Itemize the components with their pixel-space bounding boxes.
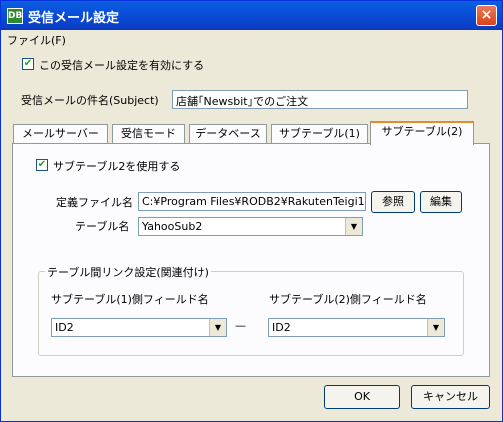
subtable-2-panel: ✔ サブテーブル2を使用する 定義ファイル名 C:¥Program Files¥…	[12, 143, 490, 377]
ok-button[interactable]: OK	[324, 385, 400, 409]
field2-select[interactable]: ID2 ▼	[268, 318, 445, 337]
enable-checkbox[interactable]: ✔	[22, 58, 34, 70]
field2-value: ID2	[272, 321, 291, 334]
enable-checkbox-label: この受信メール設定を有効にする	[39, 59, 205, 72]
link-settings-group: テーブル間リンク設定(関連付け) サブテーブル(1)側フィールド名 サブテーブル…	[38, 264, 464, 356]
table-name-select[interactable]: YahooSub2 ▼	[138, 217, 363, 236]
cancel-button[interactable]: キャンセル	[411, 385, 490, 409]
use-subtable2-label: サブテーブル2を使用する	[53, 160, 181, 173]
close-button[interactable]: ×	[476, 5, 497, 26]
dropdown-arrow-icon[interactable]: ▼	[427, 319, 444, 336]
link-dash: —	[235, 319, 246, 332]
field2-label: サブテーブル(2)側フィールド名	[269, 293, 427, 306]
menu-file[interactable]: ファイル(F)	[7, 32, 66, 48]
tab-subtable-1[interactable]: サブテーブル(1)	[271, 124, 368, 144]
settings-window: DB 受信メール設定 × ファイル(F) ✔ この受信メール設定を有効にする 受…	[0, 0, 503, 422]
browse-button[interactable]: 参照	[371, 191, 415, 213]
menu-bar: ファイル(F)	[1, 30, 502, 48]
dropdown-arrow-icon[interactable]: ▼	[345, 218, 362, 235]
use-subtable2-checkbox[interactable]: ✔	[36, 159, 48, 171]
field1-value: ID2	[55, 321, 74, 334]
table-name-value: YahooSub2	[142, 220, 203, 233]
field1-select[interactable]: ID2 ▼	[51, 318, 227, 337]
link-settings-title: テーブル間リンク設定(関連付け)	[45, 264, 211, 280]
field1-label: サブテーブル(1)側フィールド名	[51, 293, 209, 306]
table-name-label: テーブル名	[75, 220, 130, 233]
edit-button[interactable]: 編集	[420, 191, 462, 213]
app-icon: DB	[7, 8, 23, 24]
tab-receive-mode[interactable]: 受信モード	[112, 124, 185, 144]
dropdown-arrow-icon[interactable]: ▼	[209, 319, 226, 336]
def-file-label: 定義ファイル名	[56, 196, 133, 209]
tab-subtable-2[interactable]: サブテーブル(2)	[370, 121, 474, 145]
subject-label: 受信メールの件名(Subject)	[21, 94, 159, 107]
def-file-input[interactable]: C:¥Program Files¥RODB2¥RakutenTeigi1c.i	[138, 192, 366, 211]
tab-database[interactable]: データベース	[189, 124, 267, 144]
tab-mail-server[interactable]: メールサーバー	[13, 124, 108, 144]
subject-input[interactable]: 店舗｢Newsbit｣でのご注文	[172, 90, 468, 109]
window-title: 受信メール設定	[28, 11, 120, 26]
title-bar[interactable]: DB 受信メール設定 ×	[1, 1, 502, 30]
